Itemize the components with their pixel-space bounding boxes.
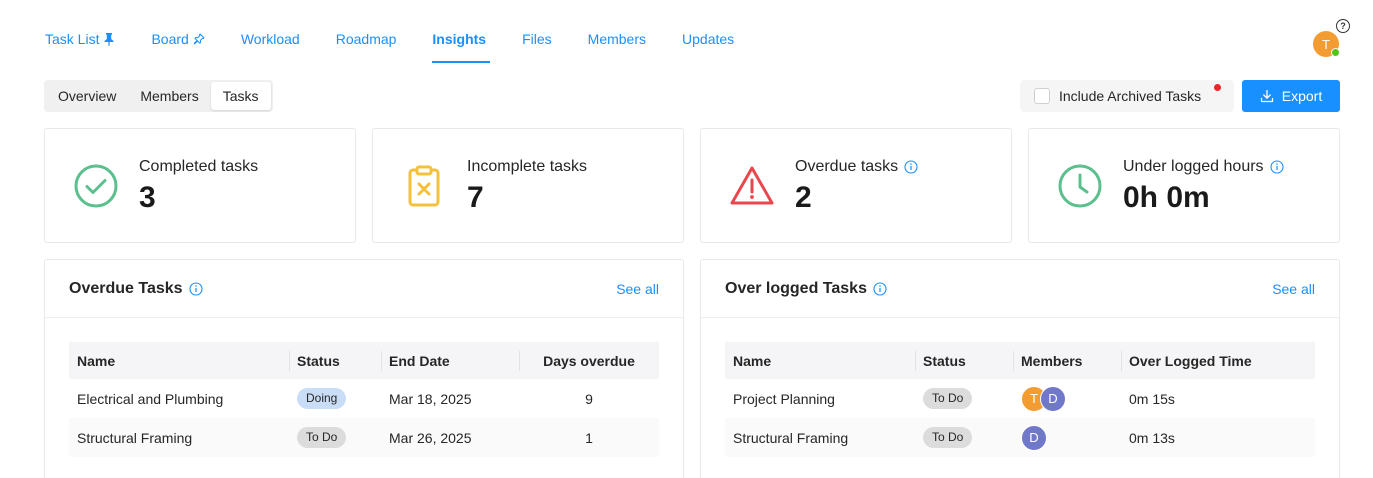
info-icon[interactable]: [873, 281, 887, 296]
stat-label: Overdue tasks: [795, 158, 918, 176]
status-badge: To Do: [297, 427, 347, 448]
stat-value: 2: [795, 181, 812, 214]
tab-workload[interactable]: Workload: [241, 0, 300, 64]
export-label: Export: [1281, 88, 1323, 104]
column-header-name[interactable]: Name: [69, 342, 289, 379]
column-header-name[interactable]: Name: [725, 342, 915, 379]
stat-card-completed: Completed tasks 3: [44, 128, 356, 243]
see-all-link[interactable]: See all: [1272, 281, 1315, 297]
stat-label: Under logged hours: [1123, 158, 1284, 176]
table-row[interactable]: Structural Framing To Do Mar 26, 2025 1: [69, 418, 659, 457]
online-status-dot: [1331, 48, 1340, 57]
tab-board[interactable]: Board: [151, 0, 205, 64]
stat-card-incomplete: Incomplete tasks 7: [372, 128, 684, 243]
stat-label: Completed tasks: [139, 158, 259, 175]
tab-task-list[interactable]: Task List: [45, 0, 115, 64]
help-icon[interactable]: ?: [1336, 19, 1350, 33]
column-header-status[interactable]: Status: [915, 342, 1013, 379]
tab-files[interactable]: Files: [522, 0, 552, 64]
tab-roadmap[interactable]: Roadmap: [336, 0, 397, 64]
warning-triangle-icon: [730, 166, 774, 205]
tab-insights[interactable]: Insights: [432, 0, 490, 64]
task-name[interactable]: Electrical and Plumbing: [69, 379, 289, 418]
task-name[interactable]: Project Planning: [725, 379, 915, 418]
over-logged-tasks-panel: Over logged Tasks See all Name Status Me…: [700, 259, 1340, 478]
include-archived-toggle[interactable]: Include Archived Tasks: [1020, 80, 1234, 112]
column-header-days-overdue[interactable]: Days overdue: [519, 342, 659, 379]
stat-label: Incomplete tasks: [467, 158, 588, 175]
info-icon[interactable]: [1269, 160, 1284, 174]
segment-members[interactable]: Members: [128, 82, 210, 110]
segment-overview[interactable]: Overview: [46, 82, 128, 110]
insights-segmented-control: Overview Members Tasks: [44, 80, 273, 112]
over-logged-tasks-table: Name Status Members Over Logged Time Pro…: [725, 342, 1315, 457]
overdue-tasks-table: Name Status End Date Days overdue Electr…: [69, 342, 659, 457]
column-header-end-date[interactable]: End Date: [381, 342, 519, 379]
tab-members[interactable]: Members: [588, 0, 646, 64]
column-header-members[interactable]: Members: [1013, 342, 1121, 379]
include-archived-label: Include Archived Tasks: [1059, 88, 1202, 104]
stat-card-under-logged: Under logged hours 0h 0m: [1028, 128, 1340, 243]
table-row[interactable]: Electrical and Plumbing Doing Mar 18, 20…: [69, 379, 659, 418]
pin-solid-icon[interactable]: [103, 32, 115, 46]
over-logged-time: 0m 15s: [1129, 390, 1175, 407]
project-nav: Task List Board Workload Roadmap Insight…: [45, 0, 770, 64]
avatar[interactable]: D: [1021, 424, 1047, 451]
pin-outline-icon[interactable]: [193, 32, 205, 46]
include-archived-checkbox[interactable]: [1034, 88, 1050, 104]
clipboard-x-icon: [408, 165, 440, 207]
members-cell: D: [1013, 418, 1121, 457]
clock-icon: [1058, 164, 1102, 208]
days-overdue: 1: [519, 418, 659, 457]
see-all-link[interactable]: See all: [616, 281, 659, 297]
stat-value: 0h 0m: [1123, 181, 1210, 214]
column-header-over-logged-time[interactable]: Over Logged Time: [1121, 342, 1315, 379]
end-date: Mar 18, 2025: [389, 390, 472, 407]
check-circle-icon: [74, 164, 118, 208]
info-icon[interactable]: [904, 160, 918, 174]
column-header-status[interactable]: Status: [289, 342, 381, 379]
end-date: Mar 26, 2025: [381, 418, 519, 457]
task-name[interactable]: Structural Framing: [725, 418, 915, 457]
table-row[interactable]: Project Planning To Do TD 0m 15s: [725, 379, 1315, 418]
task-name[interactable]: Structural Framing: [69, 418, 289, 457]
avatar[interactable]: D: [1040, 385, 1066, 412]
status-badge: To Do: [923, 388, 973, 409]
export-button[interactable]: Export: [1242, 80, 1340, 112]
stat-value: 3: [139, 181, 156, 214]
status-badge: To Do: [923, 427, 973, 448]
overdue-tasks-panel: Overdue Tasks See all Name Status End Da…: [44, 259, 684, 478]
status-badge: Doing: [297, 388, 347, 409]
notification-dot: [1214, 84, 1221, 91]
info-icon[interactable]: [188, 281, 203, 296]
over-logged-time: 0m 13s: [1121, 418, 1315, 457]
panel-title: Over logged Tasks: [725, 280, 887, 298]
table-row[interactable]: Structural Framing To Do D 0m 13s: [725, 418, 1315, 457]
days-overdue: 9: [585, 390, 593, 407]
download-icon: [1260, 89, 1273, 103]
segment-tasks[interactable]: Tasks: [210, 82, 271, 110]
members-cell: TD: [1013, 379, 1121, 418]
stat-value: 7: [467, 181, 484, 214]
tab-updates[interactable]: Updates: [682, 0, 734, 64]
stat-card-overdue: Overdue tasks 2: [700, 128, 1012, 243]
panel-title: Overdue Tasks: [69, 280, 203, 298]
